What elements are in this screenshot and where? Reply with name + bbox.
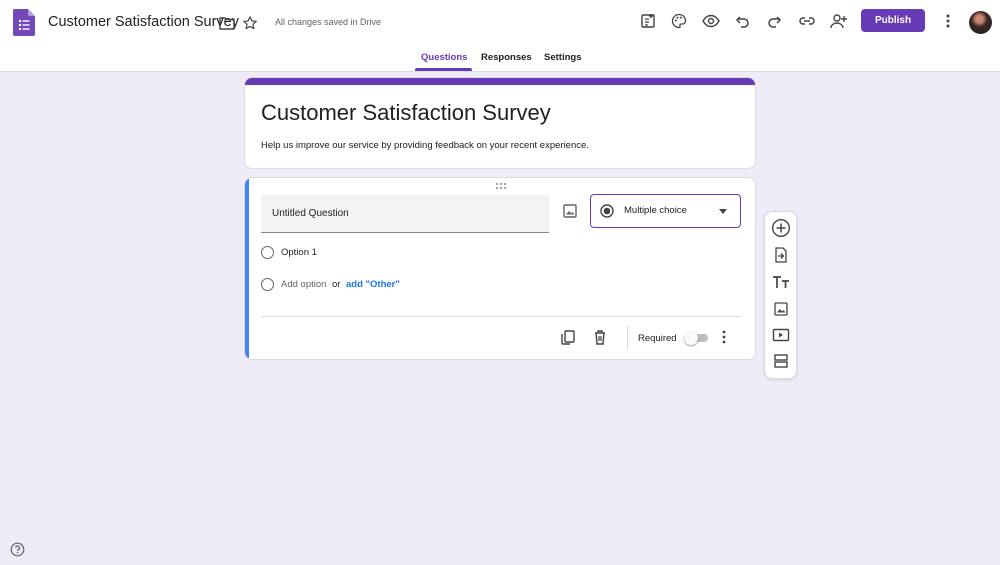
star-icon[interactable] (239, 12, 261, 34)
question-more-icon[interactable] (715, 328, 733, 346)
add-option-radio (261, 278, 274, 291)
question-type-dropdown[interactable]: Multiple choice (590, 194, 741, 228)
add-image-icon[interactable] (561, 202, 579, 220)
option-label[interactable]: Option 1 (281, 247, 317, 258)
focus-indicator (245, 178, 249, 359)
toggle-knob (684, 331, 698, 345)
radio-button-icon (600, 204, 614, 218)
forms-app-icon[interactable] (13, 9, 35, 36)
help-icon[interactable] (10, 542, 25, 557)
avatar[interactable] (969, 11, 992, 34)
link-icon[interactable] (796, 10, 818, 32)
add-video-icon[interactable] (771, 325, 791, 345)
add-option-input[interactable]: Add option (281, 279, 326, 290)
floating-toolbar (764, 211, 797, 379)
caret-down-icon (719, 209, 727, 214)
undo-icon[interactable] (732, 10, 754, 32)
delete-icon[interactable] (591, 328, 609, 346)
tab-questions[interactable]: Questions (421, 52, 467, 63)
or-text: or (332, 279, 341, 290)
add-image-icon[interactable] (771, 299, 791, 319)
question-title-input[interactable]: Untitled Question (261, 195, 549, 233)
option-radio (261, 246, 274, 259)
document-title[interactable]: Customer Satisfaction Survey (48, 14, 239, 30)
divider (261, 316, 741, 317)
required-label: Required (638, 333, 677, 344)
app-header: Customer Satisfaction Survey All changes… (0, 0, 1000, 72)
add-title-icon[interactable] (771, 272, 791, 292)
publish-button[interactable]: Publish (861, 9, 925, 32)
form-title-card[interactable]: Customer Satisfaction Survey Help us imp… (244, 77, 756, 169)
footer-separator (627, 326, 628, 350)
palette-icon[interactable] (668, 10, 690, 32)
add-other-link[interactable]: add "Other" (346, 279, 400, 290)
form-description[interactable]: Help us improve our service by providing… (261, 140, 589, 151)
add-ons-icon[interactable] (637, 10, 659, 32)
form-title[interactable]: Customer Satisfaction Survey (261, 100, 551, 126)
drag-handle-icon[interactable] (495, 182, 507, 190)
folder-icon[interactable] (216, 12, 238, 34)
question-type-label: Multiple choice (624, 205, 687, 216)
redo-icon[interactable] (763, 10, 785, 32)
accent-bar (245, 78, 755, 85)
active-tab-indicator (415, 68, 472, 71)
required-toggle[interactable] (684, 331, 709, 345)
more-vert-icon[interactable] (937, 10, 959, 32)
add-question-icon[interactable] (771, 218, 791, 238)
tab-settings[interactable]: Settings (544, 52, 581, 63)
add-collaborator-icon[interactable] (828, 10, 850, 32)
preview-eye-icon[interactable] (700, 10, 722, 32)
add-section-icon[interactable] (771, 351, 791, 371)
tab-responses[interactable]: Responses (481, 52, 532, 63)
form-tabs: Questions Responses Settings (0, 44, 1000, 72)
import-questions-icon[interactable] (771, 245, 791, 265)
duplicate-icon[interactable] (559, 328, 577, 346)
question-card[interactable]: Untitled Question Multiple choice Option… (244, 177, 756, 360)
save-status: All changes saved in Drive (275, 17, 382, 27)
